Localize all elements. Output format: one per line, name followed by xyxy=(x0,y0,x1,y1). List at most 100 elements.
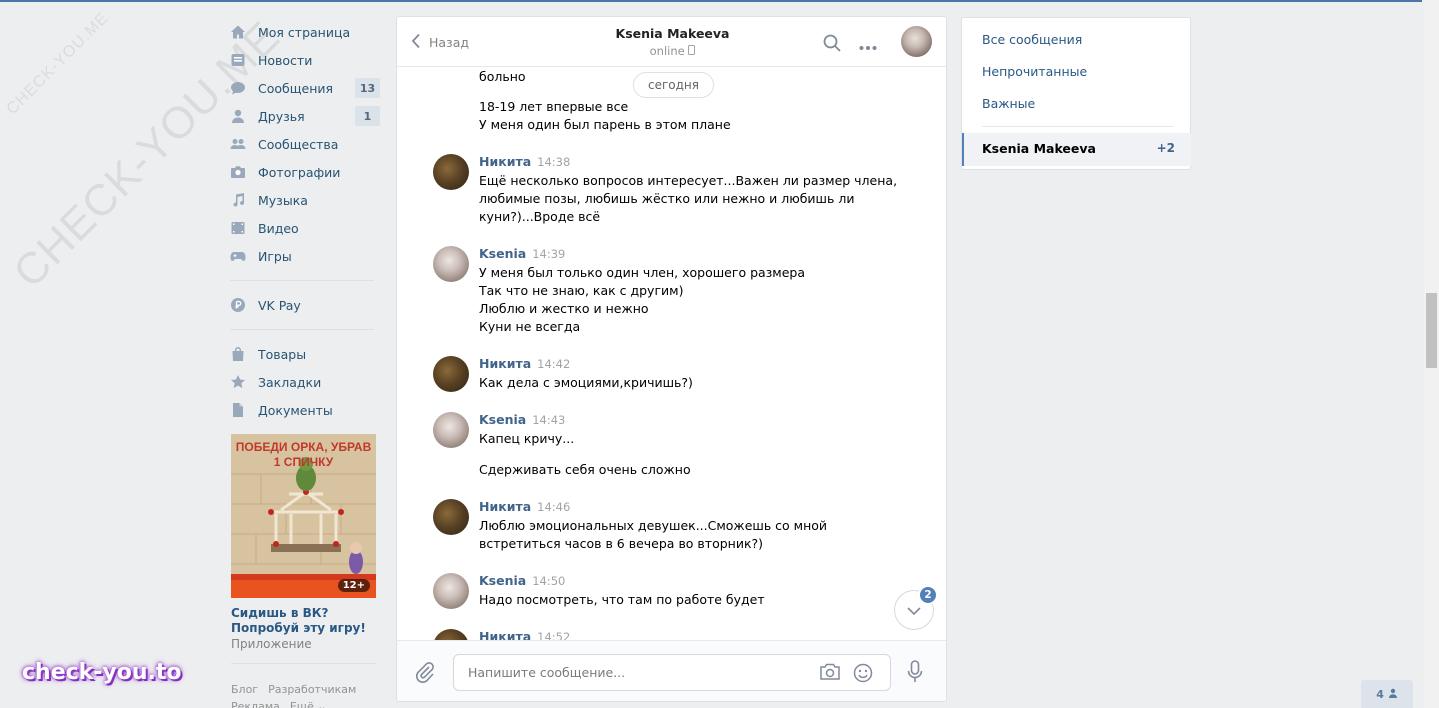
author-avatar[interactable] xyxy=(433,412,469,448)
unread-badge: 2 xyxy=(918,585,938,605)
nav-divider xyxy=(230,280,374,281)
message-author[interactable]: Ksenia xyxy=(479,573,526,588)
message-line: У меня был только один член, хорошего ра… xyxy=(479,265,806,280)
filter-all-messages[interactable]: Все сообщения xyxy=(982,32,1082,47)
nav-label: Документы xyxy=(258,402,333,418)
footer-link-ads[interactable]: Реклама xyxy=(231,700,280,708)
paperclip-icon[interactable] xyxy=(415,661,435,686)
conversation-unread-count: +2 xyxy=(1156,141,1175,155)
nav-label: Моя страница xyxy=(258,24,351,40)
more-icon[interactable] xyxy=(859,39,877,54)
nav-label: Друзья xyxy=(258,108,305,124)
ad-image-title: Победи орка, убрав 1 спичку xyxy=(235,440,372,469)
message-author[interactable]: Никита xyxy=(479,154,531,169)
sidebar-ad[interactable]: Победи орка, убрав 1 спичку 12+ Сидишь в… xyxy=(231,434,376,651)
nav-label: Игры xyxy=(258,248,292,264)
message-line: У меня один был парень в этом плане xyxy=(479,117,731,132)
camera-icon xyxy=(230,164,246,180)
nav-item-goods[interactable]: Товары xyxy=(230,340,380,368)
author-avatar[interactable] xyxy=(433,246,469,282)
message-line: куни?)...Вроде всё xyxy=(479,209,601,224)
author-avatar[interactable] xyxy=(433,629,469,640)
nav-item-vkpay[interactable]: VK Pay xyxy=(230,291,380,319)
dialog-filter-panel: Все сообщения Непрочитанные Важные Kseni… xyxy=(961,17,1191,170)
date-separator: сегодня xyxy=(633,72,714,98)
message-time: 14:43 xyxy=(532,413,566,427)
message-author[interactable]: Ksenia xyxy=(479,246,526,261)
message-line: 18-19 лет впервые все xyxy=(479,99,629,114)
emoji-icon[interactable] xyxy=(853,663,873,686)
nav-item-games[interactable]: Игры xyxy=(230,242,380,270)
microphone-icon[interactable] xyxy=(907,660,923,687)
message-line: встретиться часов в 6 вечера во вторник?… xyxy=(479,536,764,551)
messages-icon xyxy=(230,80,246,96)
nav-item-photos[interactable]: Фотографии xyxy=(230,158,380,186)
ad-game-image[interactable]: Победи орка, убрав 1 спичку 12+ xyxy=(231,434,376,598)
message-time: 14:50 xyxy=(532,574,566,588)
nav-item-friends[interactable]: Друзья 1 xyxy=(230,102,380,130)
nav-label: Новости xyxy=(258,52,313,68)
footer-divider xyxy=(231,663,376,664)
message-line: Так что не знаю, как с другим) xyxy=(479,283,684,298)
online-friends-counter[interactable]: 4 xyxy=(1361,680,1413,708)
left-footer: Блог Разработчикам Реклама Ещё ⌄ xyxy=(231,681,381,708)
ad-link-text[interactable]: Сидишь в ВК? Попробуй эту игру! xyxy=(231,606,376,636)
footer-link-more[interactable]: Ещё ⌄ xyxy=(290,700,327,708)
user-icon xyxy=(1388,688,1398,701)
ruble-icon xyxy=(230,297,246,313)
message-text: Капец кричу... xyxy=(479,430,574,448)
nav-label: Видео xyxy=(258,220,299,236)
nav-item-bookmarks[interactable]: Закладки xyxy=(230,368,380,396)
friends-icon xyxy=(230,108,246,124)
nav-item-groups[interactable]: Сообщества xyxy=(230,130,380,158)
video-icon xyxy=(230,220,246,236)
filter-unread[interactable]: Непрочитанные xyxy=(982,64,1087,79)
message-author[interactable]: Никита xyxy=(479,629,531,640)
nav-item-documents[interactable]: Документы xyxy=(230,396,380,424)
gamepad-icon xyxy=(230,248,246,264)
peer-avatar[interactable] xyxy=(901,26,932,57)
nav-item-my-page[interactable]: Моя страница xyxy=(230,18,380,46)
document-icon xyxy=(230,402,246,418)
message-line: любимые позы, любишь жёстко или нежно и … xyxy=(479,191,855,206)
age-rating-badge: 12+ xyxy=(337,579,370,592)
footer-link-blog[interactable]: Блог xyxy=(231,683,258,696)
search-icon[interactable] xyxy=(823,34,841,55)
peer-status-text: online xyxy=(649,44,685,58)
author-avatar[interactable] xyxy=(433,499,469,535)
message-text: Надо посмотреть, что там по работе будет xyxy=(479,591,765,609)
message-text: Как дела с эмоциями,кричишь?) xyxy=(479,374,693,392)
message-author[interactable]: Никита xyxy=(479,499,531,514)
nav-label: Сообщения xyxy=(258,80,334,96)
author-avatar[interactable] xyxy=(433,573,469,609)
message-line: Ещё несколько вопросов интересует...Важе… xyxy=(479,173,898,188)
top-accent-line xyxy=(0,0,1422,2)
panel-divider xyxy=(982,126,1174,127)
nav-item-video[interactable]: Видео xyxy=(230,214,380,242)
message-author[interactable]: Никита xyxy=(479,356,531,371)
message-text: Люблю эмоциональных девушек...Сможешь со… xyxy=(479,517,827,553)
friends-count-badge: 1 xyxy=(355,106,380,126)
groups-icon xyxy=(230,136,246,152)
active-conversation[interactable]: Ksenia Makeeva +2 xyxy=(962,133,1191,166)
filter-important[interactable]: Важные xyxy=(982,96,1035,111)
message-line: Надо посмотреть, что там по работе будет xyxy=(479,592,765,607)
message-time: 14:42 xyxy=(537,357,571,371)
author-avatar[interactable] xyxy=(433,356,469,392)
bag-icon xyxy=(230,346,246,362)
camera-icon[interactable] xyxy=(819,663,841,684)
watermark-small: CHECK-YOU.ME xyxy=(3,9,113,118)
nav-item-music[interactable]: Музыка xyxy=(230,186,380,214)
footer-link-developers[interactable]: Разработчикам xyxy=(268,683,356,696)
nav-item-messages[interactable]: Сообщения 13 xyxy=(230,74,380,102)
compose-bar xyxy=(397,640,946,701)
nav-item-news[interactable]: Новости xyxy=(230,46,380,74)
messages-count-badge: 13 xyxy=(355,78,380,98)
message-line: Люблю и жестко и нежно xyxy=(479,301,649,316)
message-history[interactable]: больно сегодня 18-19 лет впервые все У м… xyxy=(397,68,946,640)
scrollbar-thumb[interactable] xyxy=(1426,293,1437,368)
message-author[interactable]: Ksenia xyxy=(479,412,526,427)
message-line: Люблю эмоциональных девушек...Сможешь со… xyxy=(479,518,828,533)
nav-label: Фотографии xyxy=(258,164,341,180)
author-avatar[interactable] xyxy=(433,154,469,190)
